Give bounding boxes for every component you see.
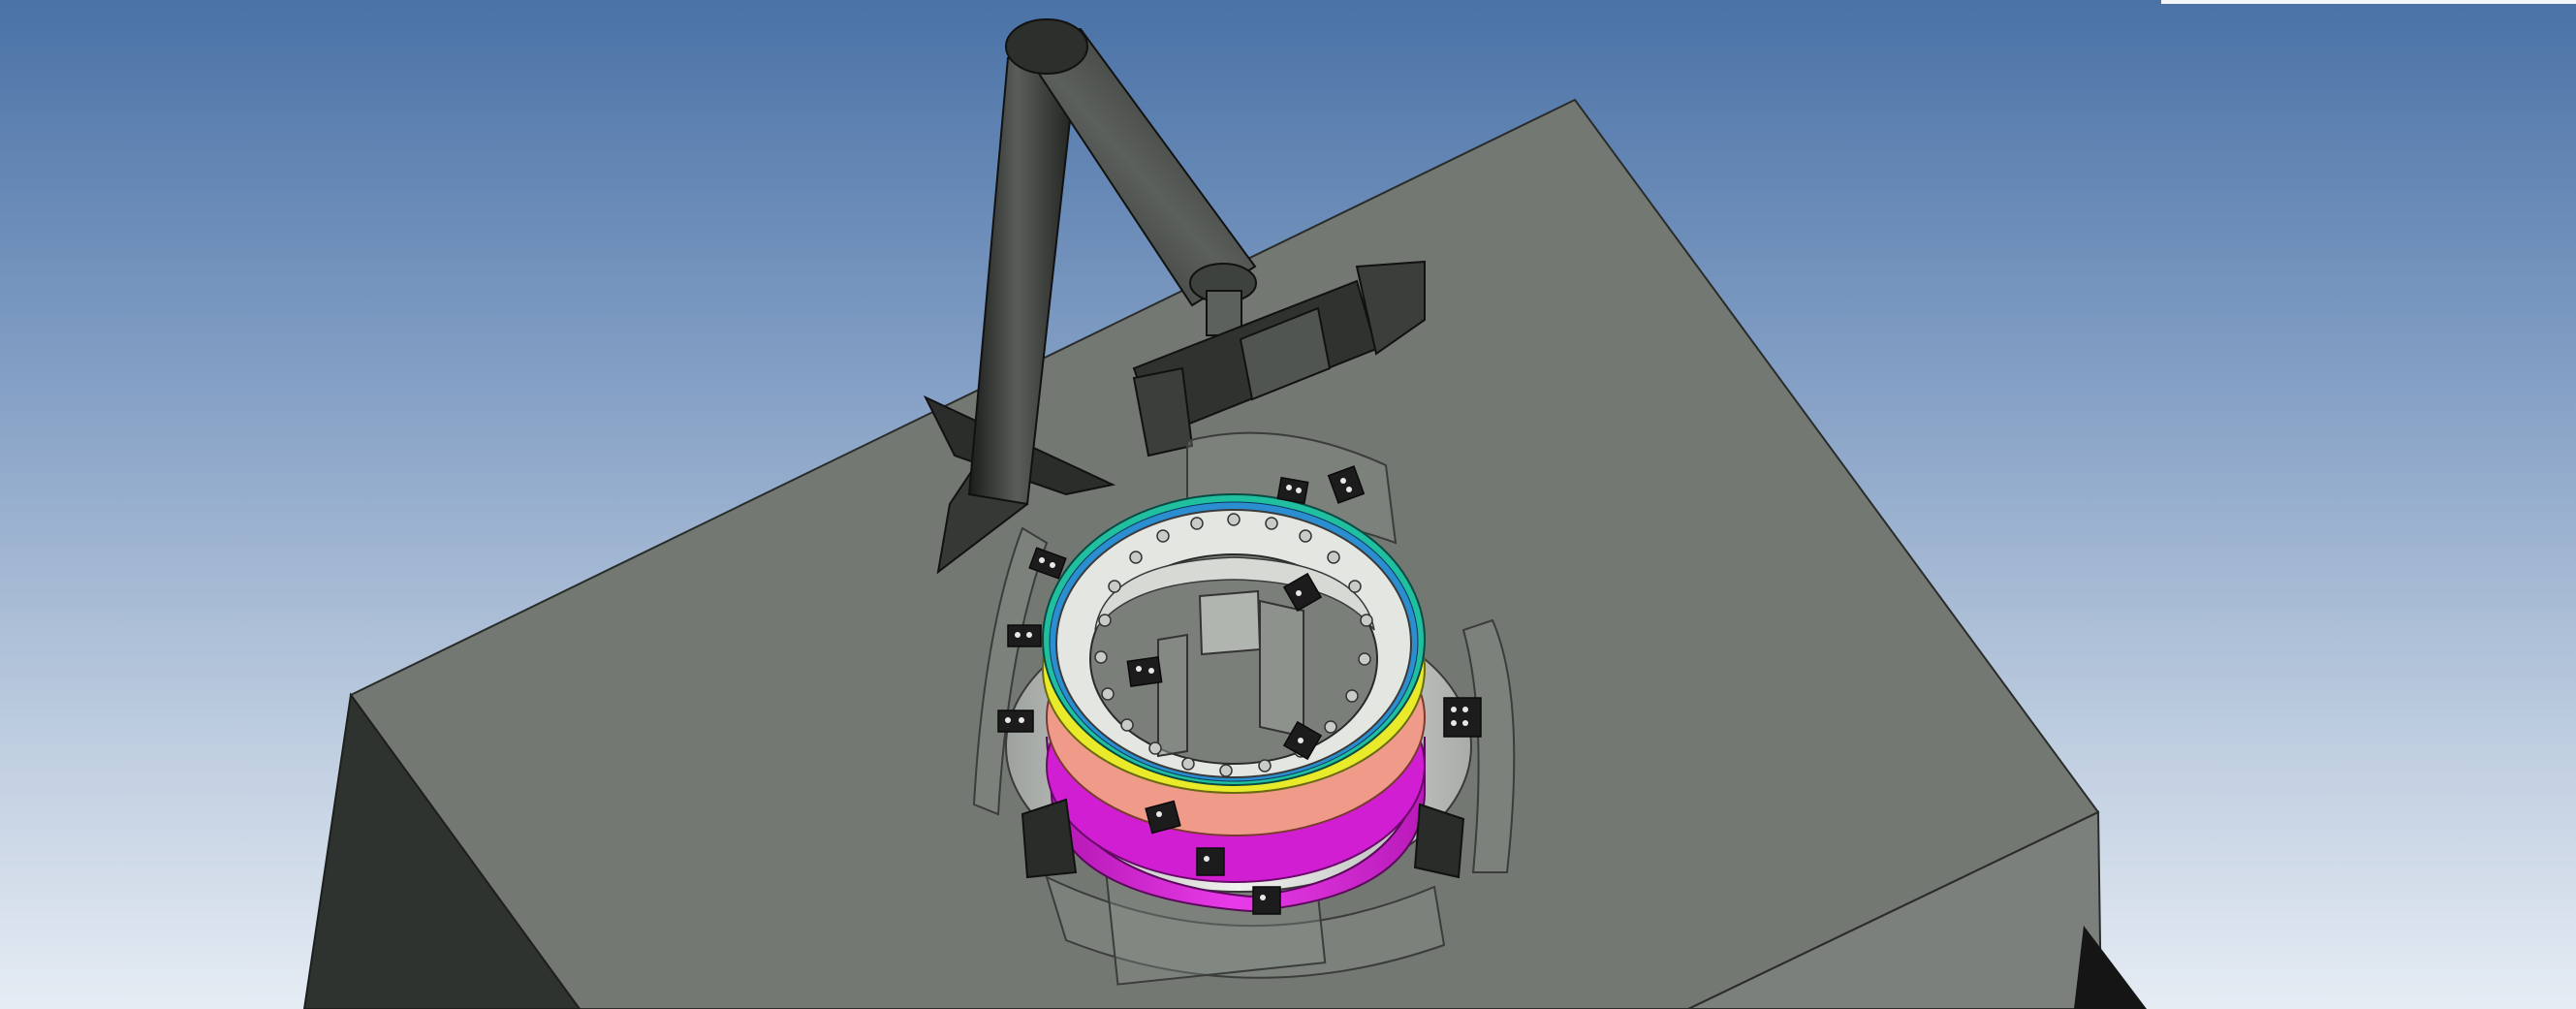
- clamp-icon[interactable]: [1196, 847, 1225, 876]
- clamp-icon[interactable]: [1443, 697, 1482, 738]
- arm-joint: [1005, 18, 1088, 75]
- clamp-icon[interactable]: [997, 709, 1034, 733]
- clamp-icon[interactable]: [1126, 656, 1163, 687]
- inner-post-1: [1198, 589, 1262, 656]
- cad-scene[interactable]: [0, 0, 2576, 1009]
- clamp-icon[interactable]: [1007, 624, 1042, 647]
- inner-post-3: [1157, 633, 1188, 758]
- inner-post-2: [1259, 599, 1304, 739]
- support-block-left: [1021, 798, 1078, 879]
- clamp-icon[interactable]: [1252, 886, 1281, 915]
- clamp-icon[interactable]: [1276, 476, 1309, 505]
- 3d-viewport[interactable]: [0, 0, 2576, 1009]
- platform-corner-shadow: [2074, 926, 2147, 1009]
